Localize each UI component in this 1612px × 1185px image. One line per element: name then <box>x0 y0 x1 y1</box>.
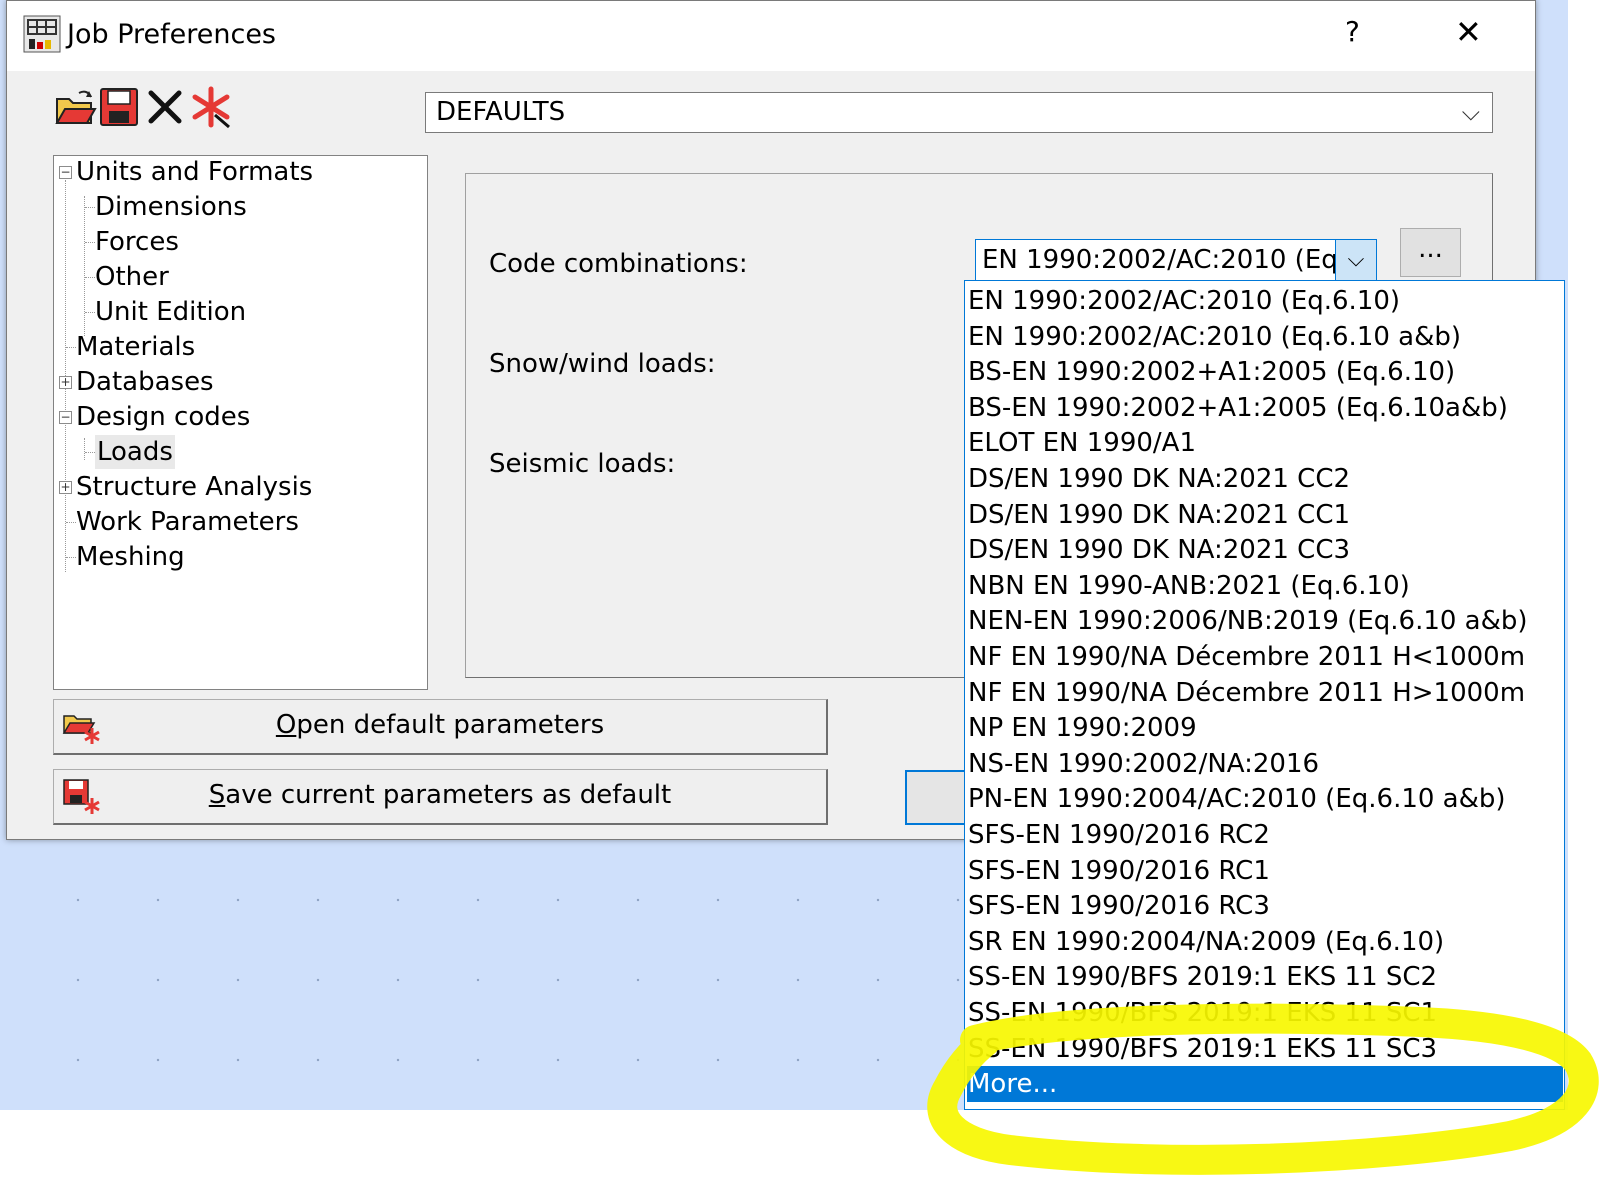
snow-wind-loads-label: Snow/wind loads: <box>489 349 716 379</box>
code-combinations-list[interactable]: EN 1990:2002/AC:2010 (Eq.6.10) EN 1990:20… <box>964 280 1565 1110</box>
dropdown-item[interactable]: NEN-EN 1990:2006/NB:2019 (Eq.6.10 a&b) <box>967 603 1563 639</box>
dropdown-item[interactable]: SS-EN 1990/BFS 2019:1 EKS 11 SC3 <box>967 1031 1563 1067</box>
preset-value: DEFAULTS <box>436 97 566 127</box>
dropdown-item[interactable]: EN 1990:2002/AC:2010 (Eq.6.10) <box>967 283 1563 319</box>
delete-x-icon[interactable] <box>143 85 187 129</box>
dropdown-item[interactable]: BS-EN 1990:2002+A1:2005 (Eq.6.10a&b) <box>967 390 1563 426</box>
seismic-loads-label: Seismic loads: <box>489 449 676 479</box>
tree-item-units-and-formats[interactable]: Units and Formats <box>76 155 313 189</box>
dropdown-item[interactable]: SFS-EN 1990/2016 RC1 <box>967 853 1563 889</box>
dropdown-item[interactable]: DS/EN 1990 DK NA:2021 CC3 <box>967 532 1563 568</box>
save-current-parameters-label: Save current parameters as default <box>208 780 672 810</box>
collapse-design-codes-icon[interactable]: − <box>59 411 72 424</box>
open-default-parameters-button[interactable]: Open default parameters <box>53 699 828 755</box>
dropdown-item[interactable]: SFS-EN 1990/2016 RC2 <box>967 817 1563 853</box>
chevron-down-icon: ⌵ <box>1461 98 1480 126</box>
window-title: Job Preferences <box>67 19 276 50</box>
dropdown-item[interactable]: PN-EN 1990:2004/AC:2010 (Eq.6.10 a&b) <box>967 781 1563 817</box>
save-current-parameters-button[interactable]: Save current parameters as default <box>53 769 828 825</box>
tree-item-meshing[interactable]: Meshing <box>76 540 185 574</box>
dropdown-item[interactable]: NP EN 1990:2009 <box>967 710 1563 746</box>
chevron-down-icon[interactable]: ⌵ <box>1335 240 1376 281</box>
tree-item-other[interactable]: Other <box>95 260 169 294</box>
tree-item-loads[interactable]: Loads <box>95 435 175 469</box>
collapse-units-icon[interactable]: − <box>59 166 72 179</box>
title-bar[interactable]: Job Preferences ? ✕ <box>7 1 1535 71</box>
dropdown-item[interactable]: NS-EN 1990:2002/NA:2016 <box>967 746 1563 782</box>
dropdown-item[interactable]: SFS-EN 1990/2016 RC3 <box>967 888 1563 924</box>
open-default-parameters-label: Open default parameters <box>275 710 605 740</box>
dropdown-item[interactable]: ELOT EN 1990/A1 <box>967 425 1563 461</box>
dropdown-item[interactable]: DS/EN 1990 DK NA:2021 CC1 <box>967 497 1563 533</box>
dropdown-item[interactable]: NF EN 1990/NA Décembre 2011 H>1000m <box>967 675 1563 711</box>
help-button[interactable]: ? <box>1345 15 1360 48</box>
code-combinations-more-button[interactable]: ... <box>1400 228 1461 277</box>
dropdown-more-item[interactable]: More... <box>967 1066 1563 1103</box>
tree-item-materials[interactable]: Materials <box>76 330 195 364</box>
dropdown-item[interactable]: EN 1990:2002/AC:2010 (Eq.6.10 a&b) <box>967 319 1563 355</box>
tree-item-forces[interactable]: Forces <box>95 225 179 259</box>
tree-item-design-codes[interactable]: Design codes <box>76 400 250 434</box>
tree-item-structure-analysis[interactable]: Structure Analysis <box>76 470 312 504</box>
reset-star-icon[interactable] <box>189 85 233 129</box>
dropdown-item[interactable]: SS-EN 1990/BFS 2019:1 EKS 11 SC2 <box>967 959 1563 995</box>
code-combinations-label: Code combinations: <box>489 249 748 279</box>
preferences-tree[interactable]: − Units and Formats Dimensions Forces Ot… <box>53 155 428 690</box>
tree-item-unit-edition[interactable]: Unit Edition <box>95 295 246 329</box>
dropdown-item[interactable]: DS/EN 1990 DK NA:2021 CC2 <box>967 461 1563 497</box>
code-combinations-value: EN 1990:2002/AC:2010 (Eq.6.10) <box>982 245 1377 275</box>
preset-dropdown[interactable]: DEFAULTS ⌵ <box>425 92 1493 133</box>
open-folder-icon[interactable] <box>53 85 97 129</box>
expand-databases-icon[interactable]: + <box>59 376 72 389</box>
save-disk-icon[interactable] <box>97 85 141 129</box>
dropdown-item[interactable]: NBN EN 1990-ANB:2021 (Eq.6.10) <box>967 568 1563 604</box>
dropdown-item[interactable]: BS-EN 1990:2002+A1:2005 (Eq.6.10) <box>967 354 1563 390</box>
app-grid-icon <box>23 15 61 53</box>
tree-item-dimensions[interactable]: Dimensions <box>95 190 247 224</box>
code-combinations-dropdown[interactable]: EN 1990:2002/AC:2010 (Eq.6.10) ⌵ <box>975 239 1377 282</box>
dropdown-item[interactable]: SR EN 1990:2004/NA:2009 (Eq.6.10) <box>967 924 1563 960</box>
expand-structure-analysis-icon[interactable]: + <box>59 481 72 494</box>
tree-item-work-parameters[interactable]: Work Parameters <box>76 505 299 539</box>
dropdown-item[interactable]: NF EN 1990/NA Décembre 2011 H<1000m <box>967 639 1563 675</box>
tree-item-databases[interactable]: Databases <box>76 365 214 399</box>
dropdown-item[interactable]: SS-EN 1990/BFS 2019:1 EKS 11 SC1 <box>967 995 1563 1031</box>
close-button[interactable]: ✕ <box>1455 13 1482 51</box>
